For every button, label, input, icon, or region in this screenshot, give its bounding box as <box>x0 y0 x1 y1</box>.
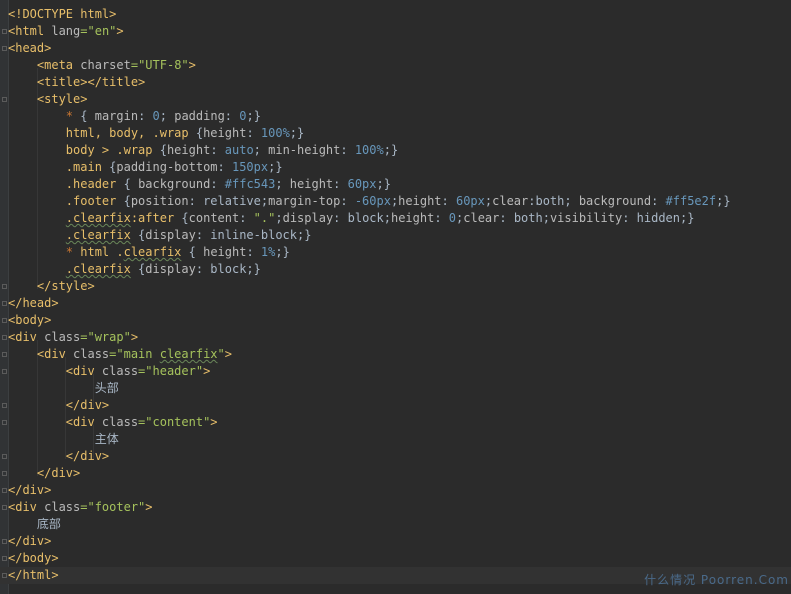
code-text: <style> <box>36 92 88 106</box>
code-text: html, body, .wrap {height: 100%;} <box>65 126 305 140</box>
fold-marker-icon[interactable] <box>2 573 7 578</box>
code-text: </html> <box>8 568 59 582</box>
code-text: </head> <box>8 296 59 310</box>
fold-marker-icon[interactable] <box>2 352 7 357</box>
fold-marker-icon[interactable] <box>2 318 7 323</box>
code-line[interactable]: <html lang="en"> <box>0 23 791 40</box>
code-line[interactable]: <div class="header"> <box>0 363 791 380</box>
fold-marker-icon[interactable] <box>2 539 7 544</box>
fold-marker-icon[interactable] <box>2 420 7 425</box>
fold-marker-icon[interactable] <box>2 403 7 408</box>
fold-marker-icon[interactable] <box>2 454 7 459</box>
fold-marker-icon[interactable] <box>2 46 7 51</box>
code-line[interactable]: <div class="main clearfix"> <box>0 346 791 363</box>
code-line[interactable]: 底部 <box>0 516 791 533</box>
code-line[interactable]: .header { background: #ffc543; height: 6… <box>0 176 791 193</box>
code-line[interactable]: <title></title> <box>0 74 791 91</box>
fold-marker-icon[interactable] <box>2 335 7 340</box>
code-line[interactable]: <style> <box>0 91 791 108</box>
fold-marker-icon[interactable] <box>2 29 7 34</box>
code-line[interactable]: </div> <box>0 482 791 499</box>
code-text: <html lang="en"> <box>8 24 124 38</box>
code-text: <title></title> <box>36 75 146 89</box>
code-text: </div> <box>36 466 81 480</box>
code-line[interactable]: html, body, .wrap {height: 100%;} <box>0 125 791 142</box>
code-text: * { margin: 0; padding: 0;} <box>65 109 261 123</box>
code-text: 头部 <box>8 381 119 395</box>
code-text: .clearfix {display: block;} <box>65 262 261 276</box>
fold-marker-icon[interactable] <box>2 556 7 561</box>
code-line[interactable]: * { margin: 0; padding: 0;} <box>0 108 791 125</box>
code-line[interactable]: <div class="footer"> <box>0 499 791 516</box>
code-line[interactable]: 主体 <box>0 431 791 448</box>
code-text: * html .clearfix { height: 1%;} <box>65 245 290 259</box>
code-line[interactable]: .main {padding-bottom: 150px;} <box>0 159 791 176</box>
code-line[interactable]: </div> <box>0 533 791 550</box>
code-text: <body> <box>8 313 52 327</box>
code-text: <head> <box>8 41 52 55</box>
fold-marker-icon[interactable] <box>2 284 7 289</box>
code-text: <div class="footer"> <box>8 500 153 514</box>
code-line[interactable]: <body> <box>0 312 791 329</box>
code-text: </div> <box>65 449 110 463</box>
code-line[interactable]: .footer {position: relative;margin-top: … <box>0 193 791 210</box>
fold-marker-icon[interactable] <box>2 488 7 493</box>
code-editor[interactable]: <!DOCTYPE html> <html lang="en"> <head> … <box>0 0 791 594</box>
fold-marker-icon[interactable] <box>2 301 7 306</box>
code-text: 主体 <box>8 432 119 446</box>
code-text: <div class="wrap"> <box>8 330 139 344</box>
code-line[interactable]: </body> <box>0 550 791 567</box>
code-text: <div class="header"> <box>65 364 211 378</box>
code-line[interactable]: body > .wrap {height: auto; min-height: … <box>0 142 791 159</box>
code-line[interactable]: <!DOCTYPE html> <box>0 6 791 23</box>
code-line[interactable]: * html .clearfix { height: 1%;} <box>0 244 791 261</box>
code-line[interactable]: </div> <box>0 465 791 482</box>
code-text: <div class="content"> <box>65 415 218 429</box>
code-text: <meta charset="UTF-8"> <box>36 58 196 72</box>
code-text: </div> <box>8 483 52 497</box>
code-text: <!DOCTYPE html> <box>8 7 117 21</box>
code-text: <div class="main clearfix"> <box>36 347 232 361</box>
code-text: </style> <box>36 279 95 293</box>
code-text: body > .wrap {height: auto; min-height: … <box>65 143 399 157</box>
code-line[interactable]: <meta charset="UTF-8"> <box>0 57 791 74</box>
code-line[interactable]: </head> <box>0 295 791 312</box>
fold-marker-icon[interactable] <box>2 369 7 374</box>
code-line[interactable]: </div> <box>0 397 791 414</box>
code-text: .main {padding-bottom: 150px;} <box>65 160 283 174</box>
code-text: </div> <box>8 534 52 548</box>
code-line[interactable]: 头部 <box>0 380 791 397</box>
code-line[interactable]: <div class="wrap"> <box>0 329 791 346</box>
code-text: 底部 <box>8 517 61 531</box>
fold-marker-icon[interactable] <box>2 505 7 510</box>
code-text: </div> <box>65 398 110 412</box>
code-text: </body> <box>8 551 59 565</box>
fold-marker-icon[interactable] <box>2 97 7 102</box>
fold-marker-icon[interactable] <box>2 471 7 476</box>
code-text: .footer {position: relative;margin-top: … <box>65 194 731 208</box>
code-line[interactable]: <head> <box>0 40 791 57</box>
code-line[interactable]: .clearfix:after {content: ".";display: b… <box>0 210 791 227</box>
code-line[interactable]: </style> <box>0 278 791 295</box>
code-text: .header { background: #ffc543; height: 6… <box>65 177 391 191</box>
code-text: .clearfix {display: inline-block;} <box>65 228 312 242</box>
code-line[interactable]: .clearfix {display: inline-block;} <box>0 227 791 244</box>
code-line[interactable]: </div> <box>0 448 791 465</box>
code-line[interactable]: <div class="content"> <box>0 414 791 431</box>
watermark: 什么情况 Poorren.Com <box>644 573 789 587</box>
code-text: .clearfix:after {content: ".";display: b… <box>65 211 695 225</box>
code-line[interactable]: .clearfix {display: block;} <box>0 261 791 278</box>
